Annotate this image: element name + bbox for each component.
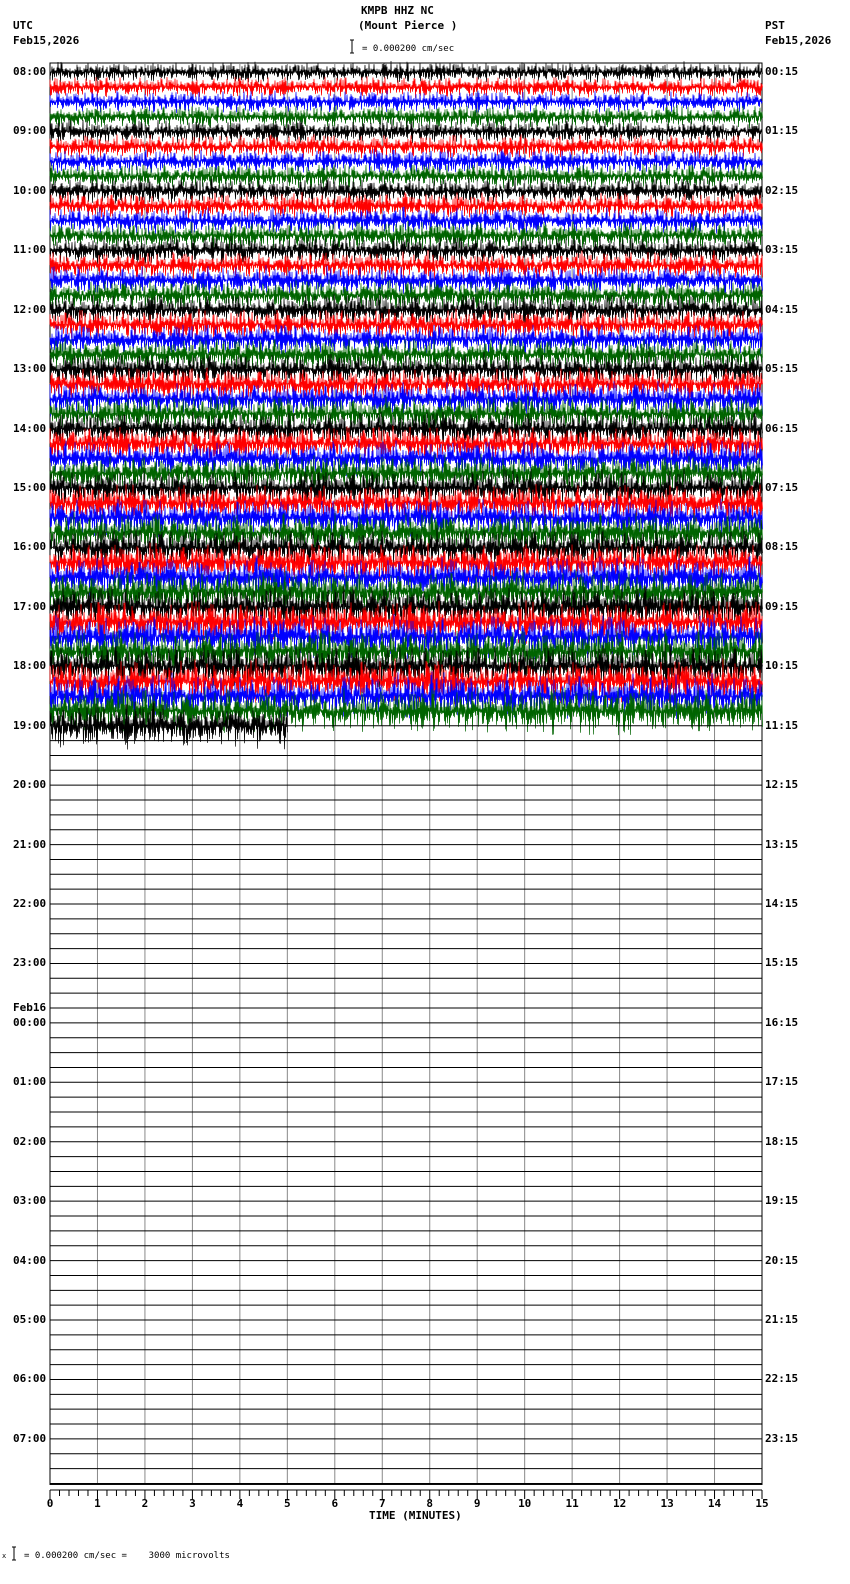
x-tick-label: 0 — [46, 1497, 54, 1510]
left-hour-label: 21:00 — [13, 837, 47, 851]
x-tick-label: 10 — [518, 1497, 532, 1510]
x-axis-label: TIME (MINUTES) — [369, 1509, 462, 1522]
right-hour-label: 09:15 — [765, 599, 799, 613]
left-timezone: UTC — [13, 19, 33, 32]
right-hour-label: 07:15 — [765, 481, 799, 494]
left-hour-label: 10:00 — [13, 183, 47, 197]
left-hour-label: 01:00 — [13, 1075, 47, 1089]
right-timezone: PST — [765, 19, 785, 32]
left-hour-label: 05:00 — [13, 1313, 47, 1327]
x-tick-label: 8 — [426, 1497, 434, 1510]
left-hour-label: 13:00 — [13, 362, 47, 376]
right-hour-label: 06:15 — [765, 421, 799, 435]
right-hour-label: 02:15 — [765, 183, 799, 197]
scale-bar-icon — [350, 39, 354, 54]
left-hour-label: 15:00 — [13, 481, 47, 494]
left-hour-label: 02:00 — [13, 1134, 47, 1148]
left-date: Feb15,2026 — [13, 34, 80, 47]
left-hour-label: 19:00 — [13, 718, 47, 732]
x-tick-label: 9 — [473, 1497, 481, 1510]
right-hour-label: 12:15 — [765, 778, 799, 792]
x-tick-label: 2 — [141, 1497, 149, 1510]
date-change-label: Feb16 — [13, 1000, 47, 1014]
right-hour-label: 22:15 — [765, 1372, 799, 1386]
right-hour-label: 05:15 — [765, 362, 799, 376]
right-hour-label: 21:15 — [765, 1313, 799, 1327]
right-hour-label: 19:15 — [765, 1194, 799, 1208]
right-hour-label: 04:15 — [765, 302, 799, 316]
seismic-trace — [49, 75, 763, 98]
right-hour-label: 23:15 — [765, 1431, 799, 1445]
seismic-trace — [49, 90, 763, 114]
footer-scale: = 0.000200 cm/sec = 3000 microvolts — [24, 1551, 230, 1561]
right-hour-label: 11:15 — [765, 718, 799, 732]
footer-mark: x — [2, 1552, 7, 1560]
left-hour-label: 14:00 — [13, 421, 47, 435]
left-hour-label: 23:00 — [13, 956, 47, 970]
right-hour-label: 16:15 — [765, 1015, 799, 1029]
left-hour-label: 09:00 — [13, 124, 47, 138]
chart-title: KMPB HHZ NC — [361, 4, 434, 17]
left-hour-label: 18:00 — [13, 659, 47, 673]
x-tick-label: 1 — [94, 1497, 101, 1510]
seismic-trace — [49, 220, 763, 250]
seismic-trace — [49, 250, 763, 280]
left-hour-label: 03:00 — [13, 1194, 47, 1208]
left-hour-label: 20:00 — [13, 778, 47, 792]
left-hour-label: 06:00 — [13, 1372, 47, 1386]
left-hour-label: 16:00 — [13, 540, 47, 554]
x-tick-label: 7 — [378, 1497, 386, 1510]
right-hour-label: 00:15 — [765, 65, 799, 78]
x-tick-label: 5 — [284, 1497, 291, 1510]
right-date: Feb15,2026 — [765, 34, 832, 47]
right-hour-label: 15:15 — [765, 956, 799, 970]
scale-label: = 0.000200 cm/sec — [362, 44, 455, 54]
right-hour-label: 10:15 — [765, 659, 799, 673]
right-hour-label: 17:15 — [765, 1075, 799, 1089]
right-hour-label: 18:15 — [765, 1134, 799, 1148]
right-hour-label: 03:15 — [765, 243, 799, 257]
left-hour-label: 07:00 — [13, 1431, 47, 1445]
right-hour-label: 08:15 — [765, 540, 799, 554]
x-tick-label: 3 — [189, 1497, 196, 1510]
left-hour-label: 17:00 — [13, 599, 47, 613]
x-tick-label: 11 — [565, 1497, 579, 1510]
seismic-trace — [49, 104, 763, 129]
left-hour-label: 08:00 — [13, 65, 47, 78]
left-hour-label: 00:00 — [13, 1015, 47, 1029]
left-hour-label: 04:00 — [13, 1253, 47, 1267]
left-hour-label: 22:00 — [13, 897, 47, 911]
right-hour-label: 13:15 — [765, 837, 799, 851]
x-tick-label: 13 — [660, 1497, 674, 1510]
x-tick-label: 15 — [755, 1497, 769, 1510]
left-hour-label: 11:00 — [13, 243, 47, 257]
left-hour-label: 12:00 — [13, 302, 47, 316]
seismic-trace — [49, 61, 763, 84]
footer-scale-bar-icon — [12, 1546, 16, 1561]
right-hour-label: 20:15 — [765, 1253, 799, 1267]
x-tick-label: 14 — [707, 1497, 722, 1510]
chart-subtitle: (Mount Pierce ) — [358, 19, 458, 32]
right-hour-label: 01:15 — [765, 124, 799, 138]
x-tick-label: 4 — [236, 1497, 244, 1510]
x-tick-label: 12 — [613, 1497, 627, 1510]
helicorder-plot — [12, 39, 763, 1561]
x-tick-label: 6 — [331, 1497, 339, 1510]
right-hour-label: 14:15 — [765, 897, 799, 911]
